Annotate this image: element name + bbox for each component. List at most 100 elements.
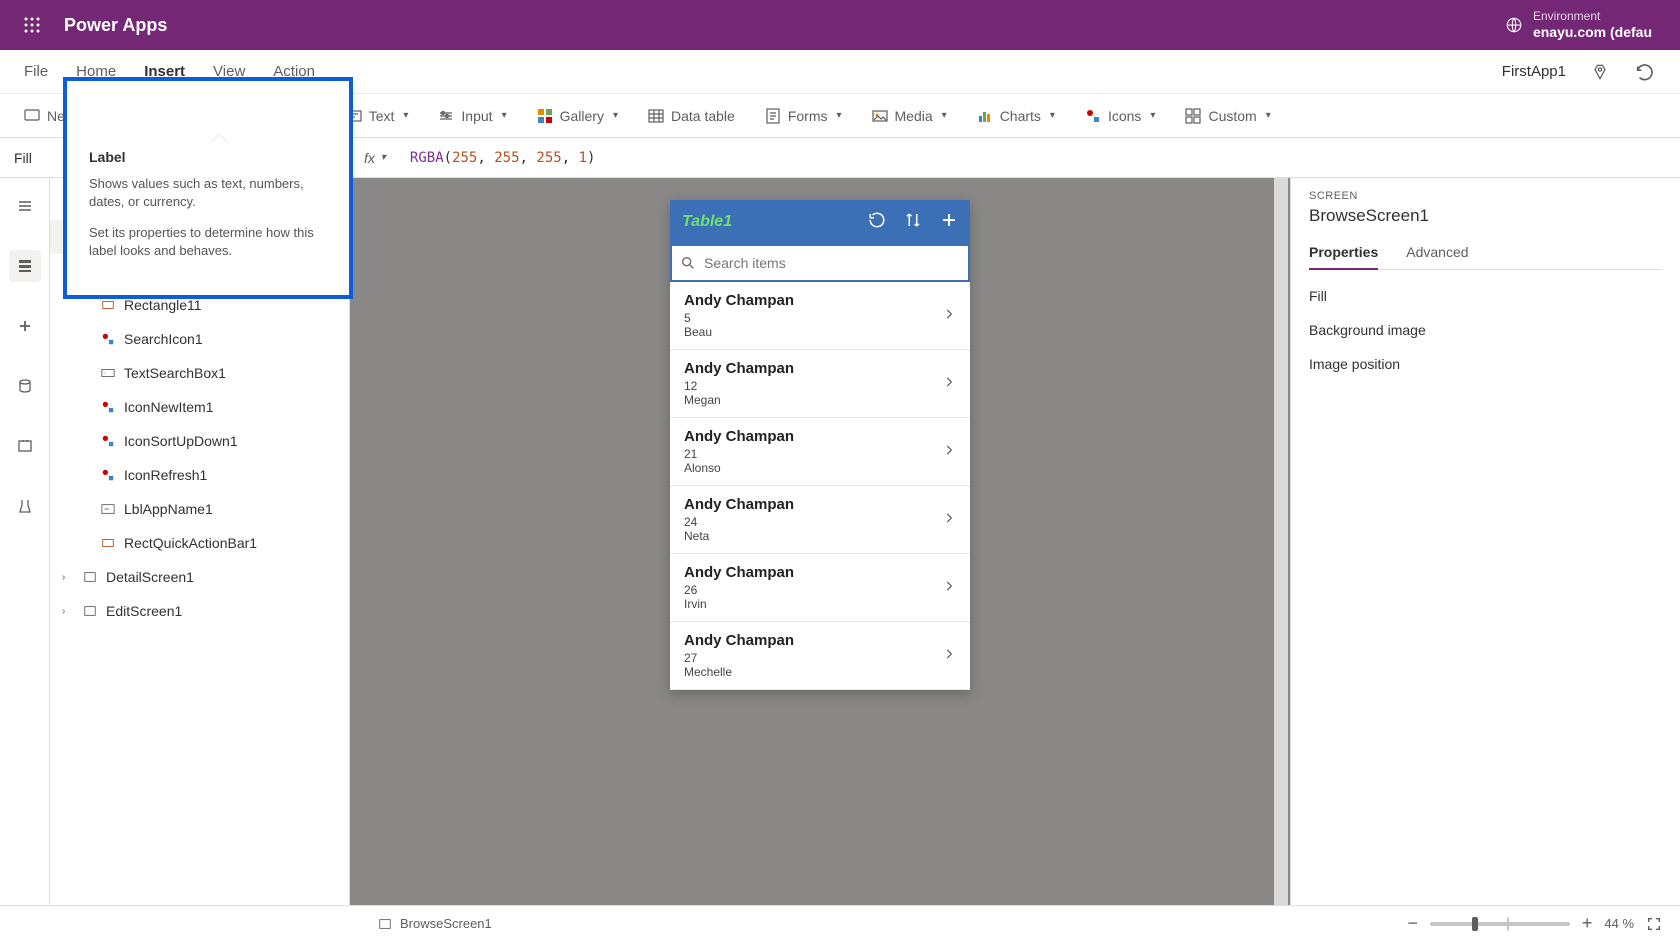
canvas-scrollbar[interactable] (1274, 178, 1288, 905)
refresh-icon[interactable] (868, 211, 886, 234)
list-item-sub: Megan (684, 393, 942, 407)
list-item-num: 12 (684, 379, 942, 393)
tree-item-iconsortupdown1[interactable]: IconSortUpDown1 (50, 424, 349, 458)
screen-icon (24, 108, 40, 124)
charts-icon (977, 108, 993, 124)
list-item[interactable]: Andy Champan 21 Alonso (670, 418, 970, 486)
chevron-right-icon[interactable] (942, 509, 956, 530)
prop-field-fill[interactable]: Fill (1309, 288, 1662, 304)
chevron-right-icon[interactable] (942, 577, 956, 598)
tree-item-editscreen1[interactable]: › EditScreen1 (50, 594, 349, 628)
chevron-right-icon[interactable] (942, 373, 956, 394)
list-item-num: 5 (684, 311, 942, 325)
rail-tools-icon[interactable] (9, 490, 41, 522)
tree-item-iconrefresh1[interactable]: IconRefresh1 (50, 458, 349, 492)
prop-field-image-position[interactable]: Image position (1309, 356, 1662, 372)
list-item-sub: Beau (684, 325, 942, 339)
chevron-right-icon[interactable] (942, 441, 956, 462)
screen-icon (82, 603, 98, 619)
app-preview[interactable]: Table1 Andy Champan 5 Beau Andy Champan … (670, 200, 970, 690)
app-checker-icon[interactable] (1590, 62, 1610, 82)
tooltip-line2: Set its properties to determine how this… (89, 224, 327, 259)
ribbon-text[interactable]: Text▾ (346, 108, 409, 124)
tree-item-label: DetailScreen1 (106, 569, 194, 585)
add-icon[interactable] (940, 211, 958, 234)
tab-properties[interactable]: Properties (1309, 244, 1378, 270)
ribbon-input[interactable]: Input▾ (438, 108, 506, 124)
rail-insert-icon[interactable] (9, 310, 41, 342)
custom-icon (1185, 108, 1201, 124)
slider-midpoint (1507, 917, 1509, 931)
breadcrumb[interactable]: BrowseScreen1 (400, 916, 492, 931)
zoom-slider[interactable] (1430, 922, 1570, 926)
slider-thumb[interactable] (1472, 917, 1478, 931)
tree-item-searchicon1[interactable]: SearchIcon1 (50, 322, 349, 356)
app-launcher-icon[interactable] (8, 1, 56, 49)
tree-item-textsearchbox1[interactable]: TextSearchBox1 (50, 356, 349, 390)
preview-title: Table1 (682, 213, 732, 231)
rect-icon (100, 297, 116, 313)
tree-item-label: LblAppName1 (124, 501, 213, 517)
tree-item-label: IconRefresh1 (124, 467, 207, 483)
tree-item-label: IconSortUpDown1 (124, 433, 238, 449)
list-item[interactable]: Andy Champan 27 Mechelle (670, 622, 970, 690)
expand-icon[interactable]: › (62, 572, 74, 583)
rail-tree-icon[interactable] (9, 250, 41, 282)
list-item[interactable]: Andy Champan 5 Beau (670, 282, 970, 350)
ribbon-icons[interactable]: Icons▾ (1085, 108, 1156, 124)
preview-search[interactable] (670, 244, 970, 282)
status-bar: BrowseScreen1 − + 44 % (0, 905, 1680, 941)
tree-item-iconnewitem1[interactable]: IconNewItem1 (50, 390, 349, 424)
rail-data-icon[interactable] (9, 370, 41, 402)
tree-item-detailscreen1[interactable]: › DetailScreen1 (50, 560, 349, 594)
icons-icon (1085, 108, 1101, 124)
icon-icon (100, 467, 116, 483)
ribbon-media[interactable]: Media▾ (872, 108, 947, 124)
rail-media-icon[interactable] (9, 430, 41, 462)
tooltip-callout: Label Shows values such as text, numbers… (63, 77, 353, 299)
ribbon-charts[interactable]: Charts▾ (977, 108, 1055, 124)
icon-icon (100, 331, 116, 347)
table-icon (648, 108, 664, 124)
environment-button[interactable]: Environment enayu.com (defau (1505, 9, 1652, 40)
app-name-label[interactable]: FirstApp1 (1502, 63, 1566, 80)
sort-icon[interactable] (904, 211, 922, 234)
ribbon-custom[interactable]: Custom▾ (1185, 108, 1270, 124)
list-item[interactable]: Andy Champan 24 Neta (670, 486, 970, 554)
list-item[interactable]: Andy Champan 12 Megan (670, 350, 970, 418)
ribbon-forms[interactable]: Forms▾ (765, 108, 842, 124)
chevron-right-icon[interactable] (942, 305, 956, 326)
tree-item-label: SearchIcon1 (124, 331, 203, 347)
ribbon-gallery[interactable]: Gallery▾ (537, 108, 618, 124)
formula-input[interactable]: RGBA(255, 255, 255, 1) (400, 150, 596, 166)
expand-icon[interactable]: › (62, 606, 74, 617)
formula-fn: RGBA (410, 150, 444, 166)
zoom-out-icon[interactable]: − (1407, 913, 1418, 934)
list-item-name: Andy Champan (684, 632, 942, 649)
environment-name: enayu.com (defau (1533, 24, 1652, 41)
menu-file[interactable]: File (24, 63, 48, 80)
tab-advanced[interactable]: Advanced (1406, 244, 1468, 269)
icon-icon (100, 399, 116, 415)
preview-header: Table1 (670, 200, 970, 244)
fx-button[interactable]: fx▾ (350, 150, 400, 166)
list-item-sub: Neta (684, 529, 942, 543)
gallery-icon (537, 108, 553, 124)
tree-item-rectquickactionbar1[interactable]: RectQuickActionBar1 (50, 526, 349, 560)
media-icon (872, 108, 888, 124)
list-item[interactable]: Andy Champan 26 Irvin (670, 554, 970, 622)
zoom-in-icon[interactable]: + (1582, 913, 1593, 934)
prop-field-background-image[interactable]: Background image (1309, 322, 1662, 338)
search-input[interactable] (704, 255, 960, 271)
ribbon-input-label: Input (461, 108, 492, 124)
chevron-right-icon[interactable] (942, 645, 956, 666)
undo-icon[interactable] (1634, 61, 1656, 83)
callout-caret (209, 135, 229, 145)
canvas-area[interactable]: Table1 Andy Champan 5 Beau Andy Champan … (350, 178, 1290, 905)
rail-hamburger-icon[interactable] (9, 190, 41, 222)
fullscreen-icon[interactable] (1646, 916, 1662, 932)
tree-item-lblappname1[interactable]: LblAppName1 (50, 492, 349, 526)
zoom-suffix: % (1622, 916, 1634, 931)
list-item-name: Andy Champan (684, 428, 942, 445)
ribbon-data-table[interactable]: Data table (648, 108, 735, 124)
